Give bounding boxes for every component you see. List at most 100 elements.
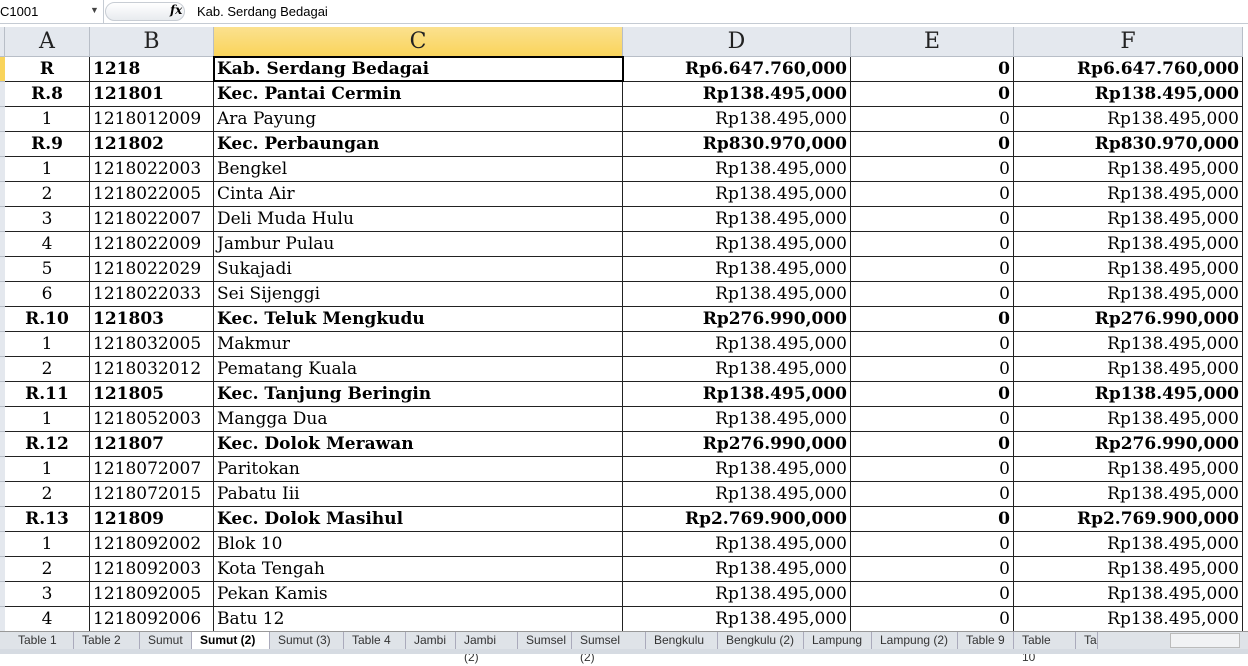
cell-c[interactable]: Makmur: [214, 332, 623, 357]
cell-f[interactable]: Rp138.495,000: [1014, 332, 1243, 357]
cell-e[interactable]: 0: [851, 607, 1014, 632]
cell-a[interactable]: R: [5, 57, 90, 82]
cell-f[interactable]: Rp830.970,000: [1014, 132, 1243, 157]
cell-d[interactable]: Rp138.495,000: [623, 532, 851, 557]
cell-c[interactable]: Ara Payung: [214, 107, 623, 132]
cell-d[interactable]: Rp138.495,000: [623, 257, 851, 282]
cell-c[interactable]: Cinta Air: [214, 182, 623, 207]
sheet-tab[interactable]: Bengkulu: [646, 632, 718, 649]
cell-a[interactable]: 2: [5, 482, 90, 507]
cell-d[interactable]: Rp138.495,000: [623, 157, 851, 182]
cell-d[interactable]: Rp138.495,000: [623, 607, 851, 632]
row-header[interactable]: [0, 332, 5, 357]
cell-b[interactable]: 1218092002: [90, 532, 214, 557]
cell-f[interactable]: Rp138.495,000: [1014, 232, 1243, 257]
sheet-tab[interactable]: Jambi: [406, 632, 456, 649]
cell-d[interactable]: Rp138.495,000: [623, 182, 851, 207]
cell-e[interactable]: 0: [851, 382, 1014, 407]
cell-d[interactable]: Rp276.990,000: [623, 432, 851, 457]
cell-d[interactable]: Rp138.495,000: [623, 557, 851, 582]
row-header[interactable]: [0, 407, 5, 432]
cell-a[interactable]: R.13: [5, 507, 90, 532]
sheet-tab[interactable]: Table 4: [344, 632, 406, 649]
cell-c[interactable]: Mangga Dua: [214, 407, 623, 432]
row-header[interactable]: [0, 232, 5, 257]
formula-input[interactable]: Kab. Serdang Bedagai: [197, 4, 328, 19]
column-header-f[interactable]: F: [1014, 27, 1243, 57]
cell-b[interactable]: 1218: [90, 57, 214, 82]
cell-a[interactable]: R.9: [5, 132, 90, 157]
cell-c[interactable]: Kec. Dolok Merawan: [214, 432, 623, 457]
cell-d[interactable]: Rp6.647.760,000: [623, 57, 851, 82]
cell-a[interactable]: 3: [5, 582, 90, 607]
cell-b[interactable]: 1218092003: [90, 557, 214, 582]
cell-c[interactable]: Kec. Pantai Cermin: [214, 82, 623, 107]
cell-b[interactable]: 1218052003: [90, 407, 214, 432]
column-header-d[interactable]: D: [623, 27, 851, 57]
cell-f[interactable]: Rp138.495,000: [1014, 257, 1243, 282]
cell-f[interactable]: Rp138.495,000: [1014, 557, 1243, 582]
name-box[interactable]: C1001 ▼: [0, 0, 104, 23]
row-header[interactable]: [0, 382, 5, 407]
cell-b[interactable]: 1218092006: [90, 607, 214, 632]
cell-b[interactable]: 1218032012: [90, 357, 214, 382]
cell-f[interactable]: Rp138.495,000: [1014, 157, 1243, 182]
cell-e[interactable]: 0: [851, 407, 1014, 432]
sheet-tab[interactable]: Lampung (2): [872, 632, 958, 649]
cell-b[interactable]: 1218022033: [90, 282, 214, 307]
row-header[interactable]: [0, 532, 5, 557]
cell-c[interactable]: Sei Sijenggi: [214, 282, 623, 307]
cell-f[interactable]: Rp138.495,000: [1014, 482, 1243, 507]
cell-d[interactable]: Rp276.990,000: [623, 307, 851, 332]
cell-f[interactable]: Rp138.495,000: [1014, 107, 1243, 132]
sheet-tab[interactable]: Sumut (2): [192, 632, 270, 649]
cell-b[interactable]: 1218022007: [90, 207, 214, 232]
cell-d[interactable]: Rp138.495,000: [623, 107, 851, 132]
cell-e[interactable]: 0: [851, 157, 1014, 182]
sheet-tab[interactable]: Sumut: [140, 632, 192, 649]
cell-d[interactable]: Rp138.495,000: [623, 382, 851, 407]
cell-e[interactable]: 0: [851, 482, 1014, 507]
cell-a[interactable]: R.8: [5, 82, 90, 107]
cell-c[interactable]: Kec. Teluk Mengkudu: [214, 307, 623, 332]
cell-e[interactable]: 0: [851, 182, 1014, 207]
cell-d[interactable]: Rp138.495,000: [623, 582, 851, 607]
cell-e[interactable]: 0: [851, 357, 1014, 382]
cell-d[interactable]: Rp138.495,000: [623, 207, 851, 232]
sheet-tab[interactable]: Table 10: [1014, 632, 1076, 664]
cell-f[interactable]: Rp276.990,000: [1014, 307, 1243, 332]
chevron-down-icon[interactable]: ▼: [90, 5, 99, 15]
cell-c[interactable]: Deli Muda Hulu: [214, 207, 623, 232]
cell-a[interactable]: 5: [5, 257, 90, 282]
cell-e[interactable]: 0: [851, 207, 1014, 232]
cell-b[interactable]: 121805: [90, 382, 214, 407]
row-header[interactable]: [0, 557, 5, 582]
row-header[interactable]: [0, 357, 5, 382]
sheet-tab[interactable]: Bengkulu (2): [718, 632, 804, 649]
sheet-tab[interactable]: Sumsel (2): [572, 632, 646, 664]
cell-a[interactable]: 2: [5, 357, 90, 382]
cell-c[interactable]: Pabatu Iii: [214, 482, 623, 507]
cell-f[interactable]: Rp276.990,000: [1014, 432, 1243, 457]
cell-a[interactable]: R.11: [5, 382, 90, 407]
cell-b[interactable]: 1218012009: [90, 107, 214, 132]
cell-e[interactable]: 0: [851, 332, 1014, 357]
cell-f[interactable]: Rp6.647.760,000: [1014, 57, 1243, 82]
column-header-e[interactable]: E: [851, 27, 1014, 57]
sheet-tab[interactable]: Table 9: [958, 632, 1014, 649]
cell-b[interactable]: 1218072015: [90, 482, 214, 507]
row-header[interactable]: [0, 607, 5, 632]
cell-b[interactable]: 1218092005: [90, 582, 214, 607]
cell-c[interactable]: Paritokan: [214, 457, 623, 482]
cell-a[interactable]: 3: [5, 207, 90, 232]
cell-c[interactable]: Pematang Kuala: [214, 357, 623, 382]
column-header-b[interactable]: B: [90, 27, 214, 57]
cell-d[interactable]: Rp138.495,000: [623, 232, 851, 257]
cell-d[interactable]: Rp2.769.900,000: [623, 507, 851, 532]
cell-b[interactable]: 121809: [90, 507, 214, 532]
row-header[interactable]: [0, 157, 5, 182]
cell-a[interactable]: 1: [5, 532, 90, 557]
sheet-tab[interactable]: Ta: [1076, 632, 1098, 649]
cell-f[interactable]: Rp2.769.900,000: [1014, 507, 1243, 532]
row-header[interactable]: [0, 507, 5, 532]
